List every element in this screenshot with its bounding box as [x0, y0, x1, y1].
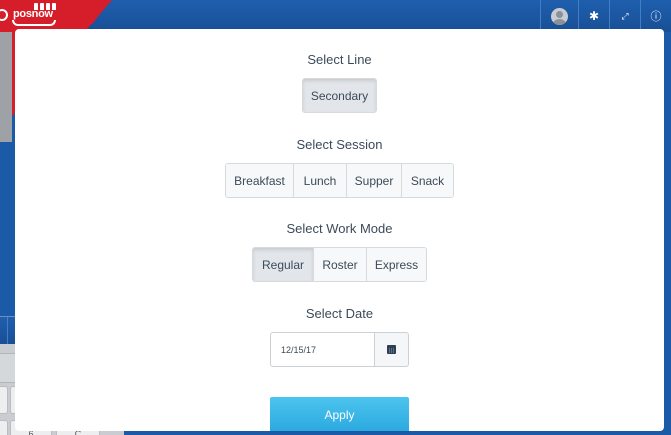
work-mode-option-roster[interactable]: Roster: [314, 248, 367, 281]
expand-icon: ⤢: [621, 10, 629, 21]
select-session-heading: Select Session: [296, 137, 383, 152]
select-work-mode-heading: Select Work Mode: [286, 221, 393, 236]
line-button-group: Secondary: [302, 78, 377, 113]
user-avatar-icon: [551, 7, 568, 25]
date-input[interactable]: [270, 332, 374, 367]
keypad-key-partial[interactable]: [0, 420, 8, 435]
header-toolbar: ✱ ⤢ ⓘ: [540, 0, 671, 32]
selection-dialog: Select Line Secondary Select Session Bre…: [15, 29, 664, 431]
info-button[interactable]: ⓘ: [640, 0, 671, 32]
calendar-button[interactable]: [374, 332, 409, 367]
session-button-group: Breakfast Lunch Supper Snack: [225, 163, 454, 198]
session-option-lunch[interactable]: Lunch: [294, 164, 347, 197]
session-option-breakfast[interactable]: Breakfast: [226, 164, 294, 197]
select-line-heading: Select Line: [307, 52, 372, 67]
app-logo: posnow: [13, 8, 53, 20]
work-mode-option-express[interactable]: Express: [367, 248, 426, 281]
line-option-secondary[interactable]: Secondary: [303, 79, 376, 112]
gear-icon: ✱: [588, 9, 600, 23]
apply-button[interactable]: Apply: [270, 397, 409, 431]
session-option-supper[interactable]: Supper: [347, 164, 402, 197]
logo-swoosh-icon: [12, 20, 56, 26]
calendar-icon: [387, 345, 396, 354]
date-picker: [270, 332, 409, 367]
user-avatar-button[interactable]: [540, 0, 578, 32]
top-bar: posnow ✱ ⤢ ⓘ: [0, 0, 671, 130]
work-mode-button-group: Regular Roster Express: [252, 247, 427, 282]
keypad-key-partial[interactable]: [0, 386, 8, 414]
select-date-heading: Select Date: [305, 306, 374, 321]
info-icon: ⓘ: [650, 11, 662, 23]
work-mode-option-regular[interactable]: Regular: [253, 248, 314, 281]
fullscreen-button[interactable]: ⤢: [609, 0, 640, 32]
settings-button[interactable]: ✱: [578, 0, 609, 32]
background-window-strip: [0, 32, 12, 142]
session-option-snack[interactable]: Snack: [402, 164, 453, 197]
